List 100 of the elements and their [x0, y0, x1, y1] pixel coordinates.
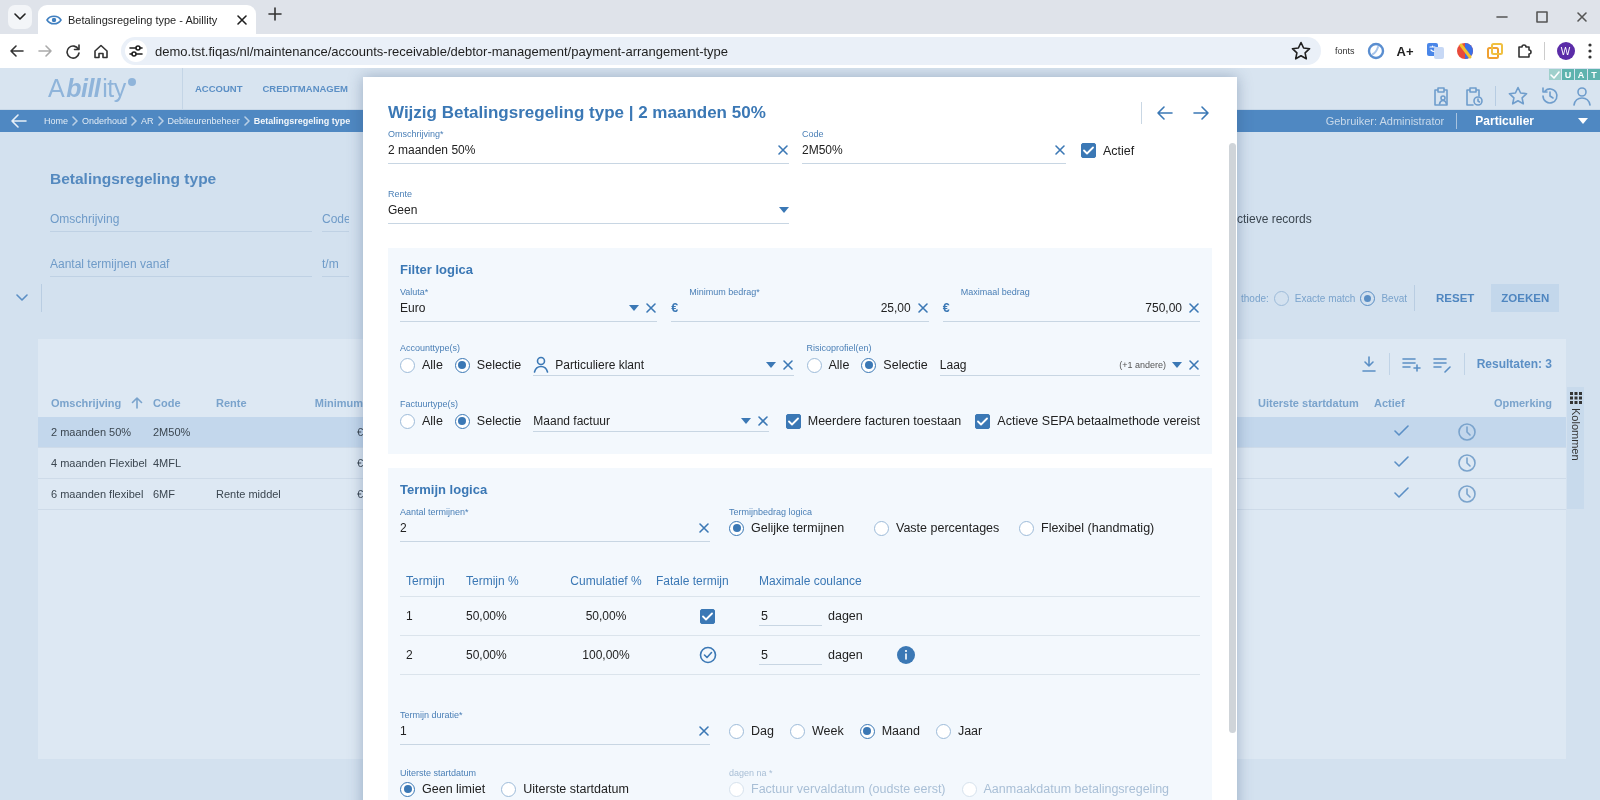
radio-option[interactable]: Alle: [400, 357, 443, 373]
radio-option[interactable]: Alle: [400, 413, 443, 429]
clear-icon[interactable]: [777, 144, 789, 156]
color-wheel-icon[interactable]: [1455, 42, 1474, 60]
columns-side-tab[interactable]: Kolommen: [1567, 387, 1584, 509]
clear-icon[interactable]: [645, 302, 658, 314]
radio-option[interactable]: Uiterste startdatum: [501, 781, 629, 797]
checkbox[interactable]: [700, 608, 715, 624]
translate-icon[interactable]: [1425, 42, 1444, 60]
number-field[interactable]: 5: [759, 645, 822, 665]
checkbox-option[interactable]: Meerdere facturen toestaan: [785, 413, 962, 429]
previous-arrow-icon[interactable]: [1156, 104, 1174, 122]
select-field[interactable]: Valuta* Euro: [400, 286, 658, 322]
clipboard-clock-icon[interactable]: [1463, 86, 1483, 106]
radio-option[interactable]: Dag: [729, 723, 774, 739]
ring-icon[interactable]: [1366, 42, 1385, 60]
forward-icon[interactable]: [37, 43, 53, 59]
field-label: Risicoprofiel(en): [806, 342, 873, 354]
site-settings-icon[interactable]: [128, 43, 144, 59]
text-field[interactable]: Aantal termijnen* 2: [400, 506, 710, 542]
star-icon[interactable]: [1508, 86, 1528, 106]
info-icon[interactable]: [896, 646, 915, 664]
table-cell: €: [356, 457, 363, 469]
close-icon[interactable]: [236, 13, 248, 26]
caret-icon: [779, 207, 789, 213]
clear-icon[interactable]: [1054, 144, 1066, 156]
radio-option[interactable]: Flexibel (handmatig): [1019, 520, 1155, 536]
radio-option[interactable]: Selectie: [454, 413, 522, 429]
tab-list-button[interactable]: [8, 5, 32, 29]
text-field[interactable]: Maximaal bedrag € 750,00: [942, 286, 1200, 322]
table-cell: 2M50%: [153, 426, 191, 438]
history-icon[interactable]: [1540, 86, 1560, 106]
scrollbar[interactable]: [1229, 143, 1236, 733]
next-arrow-icon[interactable]: [1192, 104, 1210, 122]
maximize-icon[interactable]: [1536, 11, 1548, 23]
clear-icon[interactable]: [1188, 358, 1200, 371]
clear-icon[interactable]: [781, 358, 794, 371]
field-label: Factuurtype(s): [400, 398, 460, 410]
field-label: Termijnbedrag logica: [729, 506, 814, 518]
clear-icon[interactable]: [756, 414, 769, 427]
text-field[interactable]: Omschrijving* 2 maanden 50%: [388, 128, 789, 164]
text-field[interactable]: Termijn duratie* 1: [400, 709, 710, 745]
caret-icon: [740, 417, 751, 424]
table-cell-text: 2: [406, 648, 414, 662]
checkbox-option[interactable]: Actieve SEPA betaalmethode vereist: [975, 413, 1200, 429]
search-field[interactable]: t/m: [322, 251, 349, 277]
chevron-down-icon: [14, 13, 26, 21]
unit-label: dagen: [828, 648, 863, 662]
back-icon[interactable]: [9, 43, 25, 59]
reload-icon[interactable]: [65, 43, 81, 59]
user-icon[interactable]: [1572, 86, 1592, 106]
breadcrumb-link[interactable]: Betalingsregeling type: [253, 116, 351, 126]
clipboard-person-icon[interactable]: [1431, 86, 1451, 106]
select-field[interactable]: Maand factuur: [533, 410, 769, 432]
radio-option[interactable]: Selectie: [861, 357, 928, 373]
check-icon: [1550, 70, 1560, 79]
puzzle-icon[interactable]: [1515, 42, 1532, 60]
results-count: Resultaten: 3: [1476, 357, 1552, 371]
plus-icon[interactable]: [268, 7, 282, 21]
back-arrow-icon[interactable]: [10, 112, 28, 130]
text-field[interactable]: Code 2M50%: [802, 128, 1066, 164]
radio-option[interactable]: Alle: [806, 357, 850, 373]
extension-label[interactable]: fonts: [1335, 46, 1355, 56]
select-field[interactable]: Rente Geen: [388, 188, 789, 224]
radio-option[interactable]: Gelijke termijnen: [729, 520, 845, 536]
font-size-extension[interactable]: A+: [1396, 43, 1414, 59]
expand-chevron-icon[interactable]: [16, 294, 28, 302]
search-field[interactable]: Omschrijving: [50, 206, 312, 232]
radio-option[interactable]: Geen limiet: [400, 781, 486, 797]
table-cell-text: 1: [406, 609, 414, 623]
clear-icon[interactable]: [1188, 302, 1200, 314]
chevron-right-icon: [72, 116, 78, 126]
radio-option[interactable]: Week: [789, 723, 844, 739]
home-icon[interactable]: [93, 43, 109, 59]
radio-option[interactable]: Vaste percentages: [874, 520, 1000, 536]
number-field[interactable]: 5: [759, 606, 822, 626]
radio-option[interactable]: Jaar: [935, 723, 983, 739]
column-header: Cumulatief %: [569, 574, 643, 588]
clear-icon[interactable]: [698, 522, 710, 534]
download-icon[interactable]: [1360, 355, 1377, 373]
select-field[interactable]: Laag (+1 andere): [939, 354, 1200, 376]
section-title: Filter logica: [400, 261, 474, 279]
search-field[interactable]: Aantal termijnen vanaf: [50, 251, 312, 277]
column-header: Termijn %: [466, 574, 520, 588]
address-bar[interactable]: demo.tst.fiqas/nl/maintenance/accounts-receivable/debtor-management/payment-arrangement-type: [121, 37, 1321, 65]
check-mark-icon: [702, 611, 713, 621]
clear-icon[interactable]: [698, 725, 710, 737]
checkbox-option[interactable]: Actief: [1081, 143, 1135, 158]
profile-dropdown[interactable]: Particulier: [1457, 110, 1600, 132]
profile-avatar[interactable]: W: [1556, 42, 1575, 60]
add-row-icon[interactable]: [1401, 355, 1421, 373]
browser-tab[interactable]: Betalingsregeling type - Abillity: [38, 5, 256, 34]
radio-option[interactable]: Maand: [859, 723, 920, 739]
radio-option[interactable]: Selectie: [454, 357, 522, 373]
clear-icon[interactable]: [916, 302, 929, 314]
method-label: thode:: [1241, 292, 1269, 304]
select-field[interactable]: Particuliere klant: [533, 354, 794, 376]
star-icon[interactable]: [1291, 41, 1311, 61]
menu-icon[interactable]: [1586, 42, 1593, 60]
text-field[interactable]: Minimum bedrag* € 25,00: [671, 286, 929, 322]
